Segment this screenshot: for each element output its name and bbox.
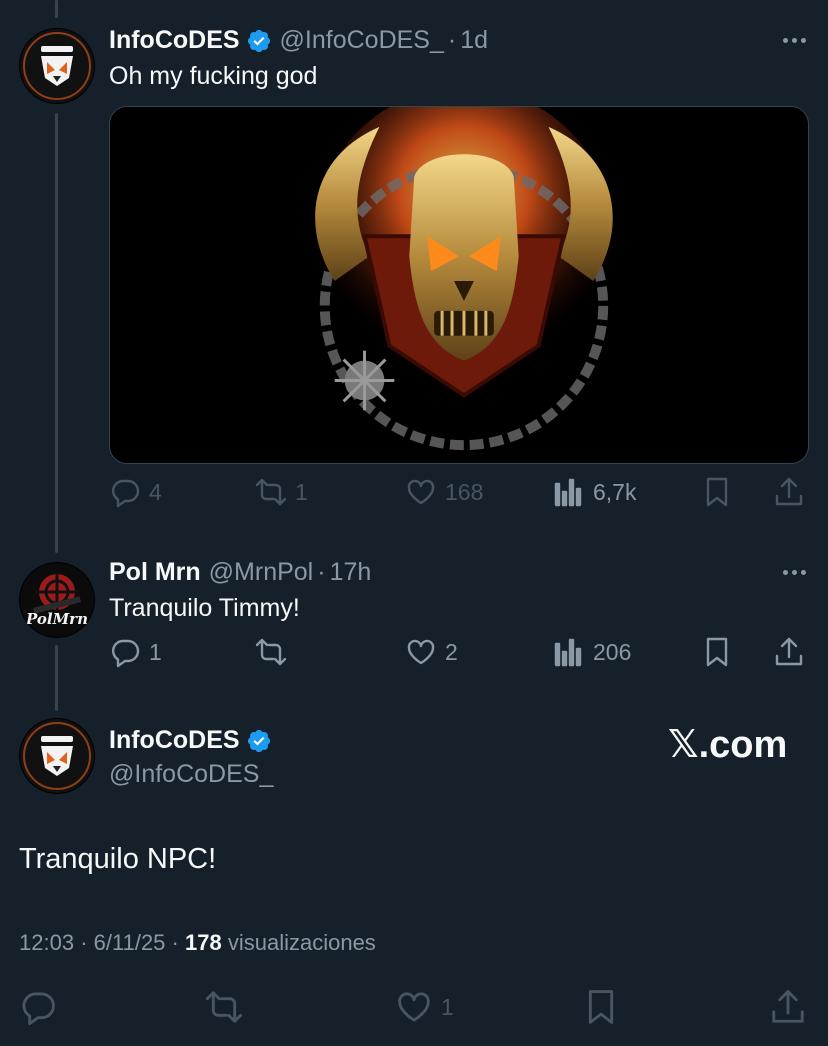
display-name[interactable]: Pol Mrn [109, 558, 201, 587]
views-button[interactable]: 206 [553, 636, 631, 668]
bookmark-button[interactable] [582, 988, 620, 1026]
share-icon [772, 990, 804, 1023]
reply-button[interactable]: 4 [109, 476, 162, 508]
tweet-header: InfoCoDES @InfoCoDES_ · 1d [109, 26, 488, 55]
tweet-media-image[interactable] [109, 106, 809, 464]
retweet-button[interactable] [205, 988, 243, 1026]
views-count: 178 [185, 930, 222, 955]
reply-icon [111, 479, 140, 508]
heart-icon [407, 639, 435, 665]
heart-icon [407, 479, 435, 505]
heart-icon [398, 992, 430, 1022]
retweet-icon [255, 638, 287, 666]
share-button[interactable] [773, 476, 805, 508]
verified-badge-icon [247, 29, 270, 52]
separator-dot: · [171, 930, 185, 955]
views-chart-icon [554, 638, 582, 667]
display-name[interactable]: InfoCoDES [109, 726, 240, 755]
main-tweet-actions: 1 [19, 988, 808, 1030]
timestamp[interactable]: 17h [330, 558, 372, 587]
retweet-icon [255, 478, 287, 506]
bookmark-icon [588, 990, 614, 1024]
reply-count: 1 [149, 638, 162, 665]
share-button[interactable] [769, 988, 807, 1026]
retweet-icon [205, 991, 243, 1023]
thread-line-1 [55, 113, 58, 553]
polmrn-logo: PolMrn [20, 563, 94, 637]
retweet-button[interactable] [255, 636, 295, 668]
tweet-text: Oh my fucking god [109, 62, 318, 90]
tweet-header: Pol Mrn @MrnPol · 17h [109, 558, 371, 587]
handle[interactable]: @MrnPol [209, 558, 314, 587]
tweet-meta: 12:03 · 6/11/25 · 178 visualizaciones [19, 930, 376, 956]
display-name[interactable]: InfoCoDES [109, 26, 240, 55]
bookmark-button[interactable] [701, 476, 733, 508]
tweet-header: InfoCoDES [109, 726, 272, 755]
avatar[interactable]: PolMrn [19, 562, 95, 638]
bookmark-icon [706, 637, 728, 667]
like-button[interactable]: 2 [405, 636, 458, 668]
more-icon [783, 570, 806, 575]
tweet-actions: 4 1 168 6,7k [109, 476, 806, 516]
reply-button[interactable]: 1 [109, 636, 162, 668]
separator-dot: · [447, 26, 457, 54]
infocodes-logo [20, 719, 94, 793]
share-icon [775, 477, 803, 506]
retweet-count: 1 [295, 478, 308, 505]
bookmark-button[interactable] [701, 636, 733, 668]
separator-dot: · [80, 930, 94, 955]
like-button[interactable]: 1 [395, 988, 454, 1026]
thread-line-2 [55, 645, 58, 711]
like-count: 2 [445, 638, 458, 665]
tweet-time[interactable]: 12:03 [19, 930, 74, 955]
reply-button[interactable] [19, 988, 57, 1026]
avatar[interactable] [19, 718, 95, 794]
tweet-date[interactable]: 6/11/25 [94, 930, 166, 955]
tweet-actions: 1 2 206 [109, 636, 806, 676]
more-options-button[interactable] [783, 570, 806, 575]
bookmark-icon [706, 477, 728, 507]
timestamp[interactable]: 1d [460, 26, 488, 55]
tweet-text: Tranquilo Timmy! [109, 594, 300, 622]
like-count: 1 [441, 993, 454, 1020]
avatar[interactable] [19, 28, 95, 104]
like-count: 168 [445, 478, 484, 505]
verified-badge-icon [247, 729, 270, 752]
views-chart-icon [554, 478, 582, 507]
retweet-button[interactable]: 1 [255, 476, 308, 508]
tweet-text: Tranquilo NPC! [19, 843, 217, 875]
views-button[interactable]: 6,7k [553, 476, 636, 508]
handle[interactable]: @InfoCoDES_ [280, 26, 444, 55]
views-count: 206 [593, 638, 632, 665]
share-button[interactable] [773, 636, 805, 668]
separator-dot: · [317, 558, 326, 586]
views-label: visualizaciones [227, 930, 376, 955]
reply-icon [22, 992, 55, 1026]
reply-count: 4 [149, 478, 162, 505]
demon-skull-image [110, 107, 808, 463]
more-icon [783, 38, 806, 43]
svg-text:PolMrn: PolMrn [25, 610, 88, 628]
reply-icon [111, 639, 140, 668]
more-options-button[interactable] [783, 38, 806, 43]
infocodes-logo [20, 29, 94, 103]
x-com-watermark: 𝕏.com [668, 724, 788, 766]
handle[interactable]: @InfoCoDES_ [109, 760, 273, 789]
share-icon [775, 637, 803, 666]
like-button[interactable]: 168 [405, 476, 483, 508]
views-count: 6,7k [593, 478, 637, 505]
thread-line-top [55, 0, 58, 18]
